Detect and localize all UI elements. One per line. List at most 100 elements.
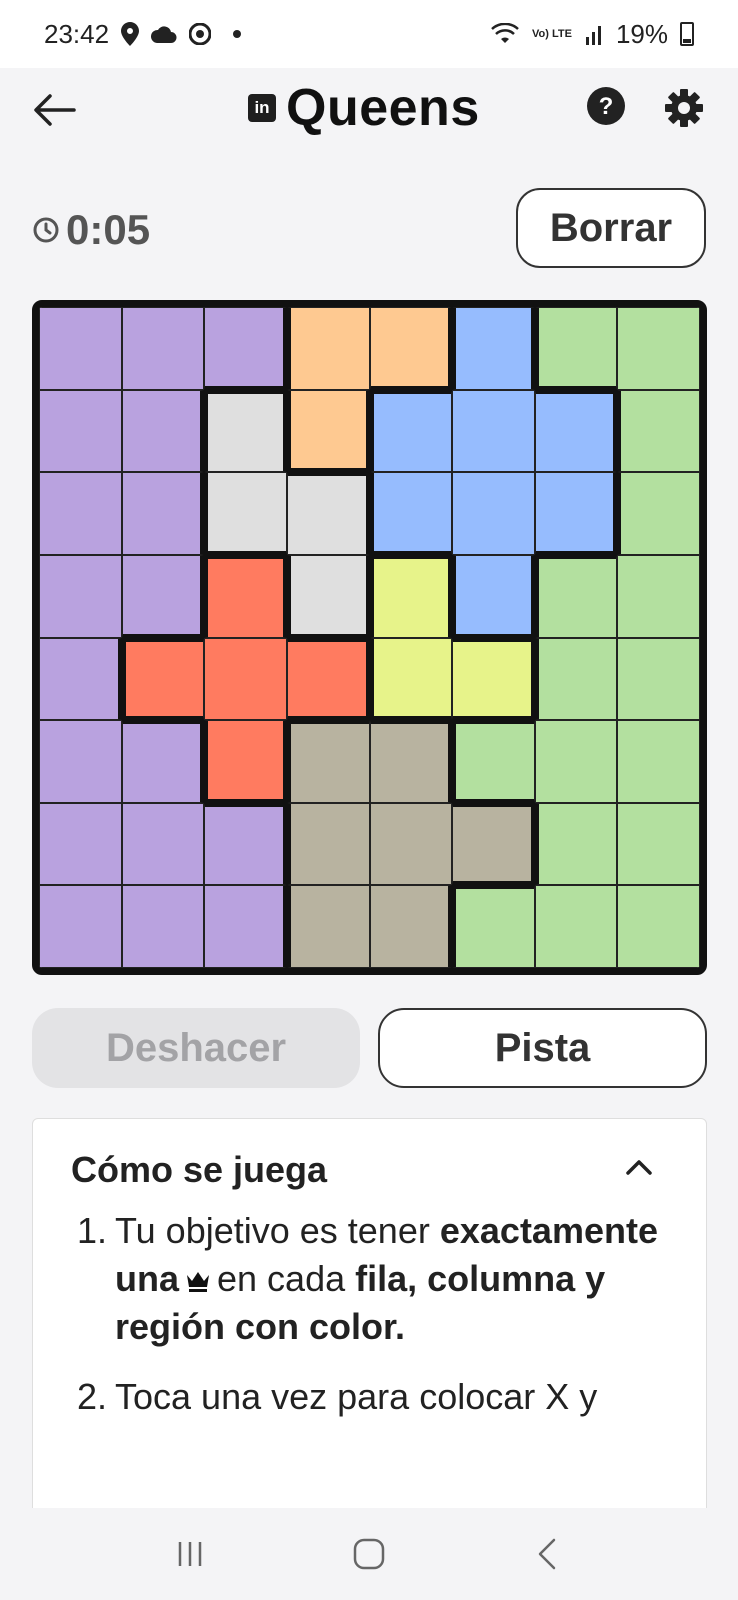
board-cell[interactable] bbox=[617, 307, 700, 390]
board-cell[interactable] bbox=[452, 802, 535, 886]
cloud-icon bbox=[151, 26, 177, 43]
board-cell[interactable] bbox=[286, 389, 370, 473]
board-cell[interactable] bbox=[204, 720, 287, 803]
home-icon[interactable] bbox=[349, 1534, 389, 1574]
board-cell[interactable] bbox=[121, 472, 205, 555]
rule-item: 2. Toca una vez para colocar X y bbox=[61, 1373, 681, 1421]
rule-text-part: en cada bbox=[217, 1258, 346, 1299]
board-cell[interactable] bbox=[534, 720, 618, 803]
board-cell[interactable] bbox=[121, 554, 205, 638]
board-cell[interactable] bbox=[121, 720, 205, 803]
board-cell[interactable] bbox=[452, 389, 535, 473]
board-cell[interactable] bbox=[204, 885, 287, 968]
board-cell[interactable] bbox=[204, 637, 287, 721]
battery-percent: 19% bbox=[615, 18, 668, 49]
board-cell[interactable] bbox=[369, 472, 453, 555]
board-cell[interactable] bbox=[534, 307, 618, 390]
board-cell[interactable] bbox=[369, 307, 453, 390]
board-cell[interactable] bbox=[369, 389, 453, 473]
board-cell[interactable] bbox=[121, 389, 205, 473]
back-arrow-icon[interactable] bbox=[30, 86, 78, 134]
board-cell[interactable] bbox=[534, 637, 618, 721]
battery-icon bbox=[680, 22, 694, 46]
board-cell[interactable] bbox=[452, 554, 535, 638]
recent-apps-icon[interactable] bbox=[170, 1534, 210, 1574]
status-right: Vo) LTE 19% bbox=[490, 19, 694, 50]
rule-item: 1. Tu objetivo es tener exactamente una e… bbox=[61, 1207, 681, 1351]
system-nav-bar bbox=[0, 1508, 738, 1600]
board-cell[interactable] bbox=[452, 307, 535, 390]
board-cell[interactable] bbox=[534, 885, 618, 968]
action-buttons: Deshacer Pista bbox=[32, 1008, 707, 1088]
board-cell[interactable] bbox=[534, 802, 618, 886]
rule-number: 1. bbox=[76, 1210, 107, 1251]
header: in Queens ? bbox=[0, 68, 738, 168]
page-title: Queens bbox=[286, 79, 480, 137]
board-cell[interactable] bbox=[617, 637, 700, 721]
rules-list: 1. Tu objetivo es tener exactamente una e… bbox=[61, 1207, 681, 1443]
rule-text-part: Tu objetivo es tener bbox=[115, 1210, 430, 1251]
rule-number: 2. bbox=[76, 1376, 107, 1417]
board-cell[interactable] bbox=[369, 802, 453, 886]
board-cell[interactable] bbox=[369, 720, 453, 803]
linkedin-logo: in bbox=[248, 94, 276, 122]
board-cell[interactable] bbox=[534, 389, 618, 473]
board-cell[interactable] bbox=[121, 637, 205, 721]
crown-icon bbox=[187, 1272, 210, 1292]
board-cell[interactable] bbox=[204, 802, 287, 886]
board-cell[interactable] bbox=[39, 637, 122, 721]
board-cell[interactable] bbox=[286, 307, 370, 390]
status-bar: 23:42 Vo) LTE 19% bbox=[0, 0, 738, 68]
rule-text: Toca una vez para colocar X y bbox=[115, 1376, 598, 1417]
board-cell[interactable] bbox=[39, 472, 122, 555]
undo-button[interactable]: Deshacer bbox=[32, 1008, 360, 1088]
board-cell[interactable] bbox=[286, 637, 370, 721]
board-cell[interactable] bbox=[39, 389, 122, 473]
timer-value: 0:05 bbox=[66, 206, 151, 253]
how-to-play-title: Cómo se juega bbox=[71, 1149, 328, 1190]
board-cell[interactable] bbox=[369, 554, 453, 638]
board-cell[interactable] bbox=[286, 802, 370, 886]
board-cell[interactable] bbox=[204, 472, 287, 555]
board-cell[interactable] bbox=[617, 885, 700, 968]
board-cell[interactable] bbox=[617, 720, 700, 803]
board-cell[interactable] bbox=[204, 389, 287, 473]
board-cell[interactable] bbox=[617, 389, 700, 473]
chevron-up-icon[interactable] bbox=[624, 1157, 654, 1177]
board-cell[interactable] bbox=[39, 885, 122, 968]
board-cell[interactable] bbox=[452, 637, 535, 721]
board-cell[interactable] bbox=[39, 307, 122, 390]
clear-button[interactable]: Borrar bbox=[516, 188, 706, 268]
wifi-icon bbox=[491, 23, 519, 43]
board-cell[interactable] bbox=[534, 472, 618, 555]
board-cell[interactable] bbox=[204, 554, 287, 638]
board-cell[interactable] bbox=[121, 802, 205, 886]
board-cell[interactable] bbox=[39, 802, 122, 886]
board-cell[interactable] bbox=[121, 885, 205, 968]
board-cell[interactable] bbox=[286, 472, 370, 555]
board-cell[interactable] bbox=[452, 885, 535, 968]
board-cell[interactable] bbox=[39, 720, 122, 803]
board-cell[interactable] bbox=[617, 554, 700, 638]
board-cell[interactable] bbox=[452, 720, 535, 803]
status-left: 23:42 bbox=[44, 19, 242, 50]
board-cell[interactable] bbox=[617, 472, 700, 555]
svg-text:?: ? bbox=[599, 93, 614, 120]
board-cell[interactable] bbox=[286, 554, 370, 638]
board-cell[interactable] bbox=[534, 554, 618, 638]
nav-back-icon[interactable] bbox=[528, 1534, 568, 1574]
gear-icon[interactable] bbox=[664, 88, 704, 128]
board-cell[interactable] bbox=[452, 472, 535, 555]
board-cell[interactable] bbox=[617, 802, 700, 886]
board-cell[interactable] bbox=[286, 885, 370, 968]
notification-dot bbox=[233, 30, 242, 38]
board-cell[interactable] bbox=[204, 307, 287, 390]
help-icon[interactable]: ? bbox=[586, 86, 626, 126]
hint-button[interactable]: Pista bbox=[378, 1008, 707, 1088]
board-cell[interactable] bbox=[39, 554, 122, 638]
board-cell[interactable] bbox=[286, 720, 370, 803]
board-cell[interactable] bbox=[369, 637, 453, 721]
signal-icon bbox=[585, 26, 601, 45]
board-cell[interactable] bbox=[369, 885, 453, 968]
board-cell[interactable] bbox=[121, 307, 205, 390]
